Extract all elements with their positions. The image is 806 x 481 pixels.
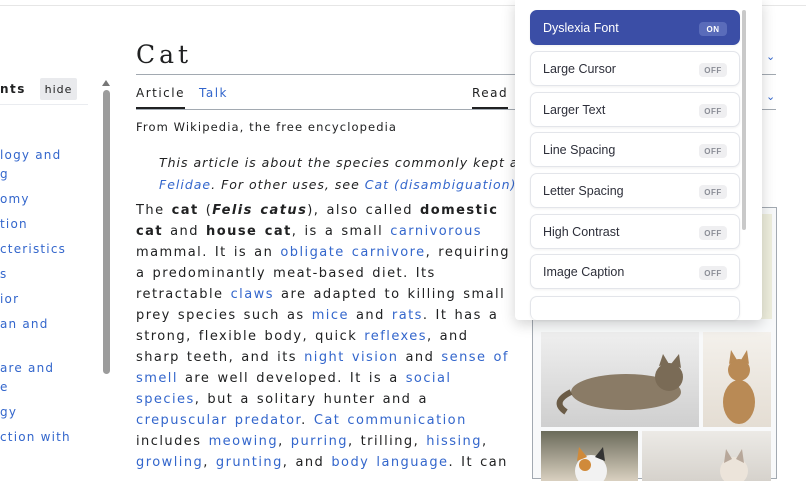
toggle-badge: OFF — [699, 226, 727, 240]
link-obligate-carnivore[interactable]: obligate carnivore — [280, 245, 425, 260]
cat-photo[interactable] — [642, 431, 771, 481]
article-body: The cat (Felis catus), also called domes… — [136, 200, 514, 473]
toc-item[interactable] — [0, 334, 95, 353]
option-large-cursor[interactable]: Large Cursor OFF — [530, 51, 740, 86]
option-label: Larger Text — [543, 103, 606, 117]
toc-item[interactable]: ction with — [0, 428, 95, 447]
tabby-cat-image — [556, 354, 683, 415]
toc-scrollbar[interactable] — [101, 80, 111, 382]
hatnote-line: This article is about the species common… — [159, 155, 517, 170]
link-mice[interactable]: mice — [312, 308, 349, 323]
toc-item[interactable]: ior — [0, 290, 95, 309]
panel-scrollbar[interactable] — [742, 10, 746, 230]
toggle-badge: OFF — [699, 104, 727, 118]
toc-item[interactable]: tion — [0, 215, 95, 234]
page-title: Cat — [136, 40, 193, 69]
tab-read[interactable]: Read — [472, 86, 509, 109]
calico-cat-image — [575, 447, 607, 481]
option-line-spacing[interactable]: Line Spacing OFF — [530, 132, 740, 167]
toc-item[interactable]: s — [0, 265, 95, 284]
abyssinian-cat-image — [723, 350, 755, 424]
link-reflexes[interactable]: reflexes — [364, 329, 427, 344]
option-letter-spacing[interactable]: Letter Spacing OFF — [530, 173, 740, 208]
hatnote-text: . For other uses, see — [211, 177, 365, 192]
option-image-caption[interactable]: Image Caption OFF — [530, 254, 740, 289]
cat-photo[interactable] — [541, 431, 638, 481]
toc-item[interactable]: are and — [0, 359, 95, 378]
option-label: High Contrast — [543, 225, 620, 239]
toc-title: nts — [0, 82, 26, 96]
link-crepuscular-predator[interactable]: crepuscular predator — [136, 413, 301, 428]
tab-talk[interactable]: Talk — [199, 86, 228, 100]
option-partial[interactable] — [530, 296, 740, 320]
toc-item[interactable]: e — [0, 378, 95, 397]
option-label: Large Cursor — [543, 62, 616, 76]
toggle-badge: OFF — [699, 185, 727, 199]
link-night-vision[interactable]: night vision — [304, 350, 398, 365]
toc-item[interactable]: g — [0, 165, 95, 184]
link-claws[interactable]: claws — [231, 287, 274, 302]
toc-divider — [0, 104, 88, 105]
link-grunting[interactable]: grunting — [216, 455, 283, 470]
link-felidae[interactable]: Felidae — [159, 177, 211, 192]
siamese-cat-image — [720, 449, 748, 481]
option-larger-text[interactable]: Larger Text OFF — [530, 92, 740, 127]
link-hissing[interactable]: hissing — [426, 434, 482, 449]
scrollbar-thumb[interactable] — [102, 90, 110, 374]
link-meowing[interactable]: meowing — [209, 434, 279, 449]
toc-list: logy and g omy tion cteristics s ior an … — [0, 146, 95, 453]
option-label: Line Spacing — [543, 143, 616, 157]
cat-photo[interactable] — [703, 332, 771, 427]
toggle-badge: OFF — [699, 63, 727, 77]
tagline: From Wikipedia, the free encyclopedia — [136, 120, 398, 134]
option-dyslexia-font[interactable]: Dyslexia Font ON — [530, 10, 740, 45]
toggle-badge: OFF — [699, 266, 727, 280]
chevron-down-icon[interactable]: ⌄ — [766, 50, 775, 63]
option-label: Dyslexia Font — [543, 21, 619, 35]
link-growling[interactable]: growling — [136, 455, 203, 470]
toc-hide-button[interactable]: hide — [40, 78, 77, 100]
link-cat-disambiguation[interactable]: Cat (disambiguation) — [365, 177, 517, 192]
toggle-badge: OFF — [699, 144, 727, 158]
cat-photo[interactable] — [541, 332, 699, 427]
toc-item[interactable]: logy and — [0, 146, 95, 165]
option-high-contrast[interactable]: High Contrast OFF — [530, 214, 740, 249]
link-cat-communication[interactable]: Cat communication — [314, 413, 467, 428]
tab-article[interactable]: Article — [136, 86, 185, 109]
option-label: Letter Spacing — [543, 184, 624, 198]
toc-item[interactable]: gy — [0, 403, 95, 422]
link-purring[interactable]: purring — [291, 434, 348, 449]
chevron-down-icon[interactable]: ⌄ — [766, 90, 775, 103]
toggle-badge: ON — [699, 22, 727, 36]
link-carnivorous[interactable]: carnivorous — [390, 224, 482, 239]
toc-item[interactable]: cteristics — [0, 240, 95, 259]
option-label: Image Caption — [543, 265, 625, 279]
hatnote: This article is about the species common… — [159, 152, 517, 196]
scroll-up-arrow-icon[interactable] — [102, 80, 110, 86]
toc-item[interactable]: an and — [0, 315, 95, 334]
link-body-language[interactable]: body language — [331, 455, 448, 470]
toc-item[interactable]: omy — [0, 190, 95, 209]
link-social-species[interactable]: social species — [136, 371, 451, 407]
link-rats[interactable]: rats — [392, 308, 423, 323]
hatnote-line: Felidae. For other uses, see Cat (disamb… — [159, 174, 517, 196]
lead-paragraph: The cat (Felis catus), also called domes… — [136, 203, 510, 470]
